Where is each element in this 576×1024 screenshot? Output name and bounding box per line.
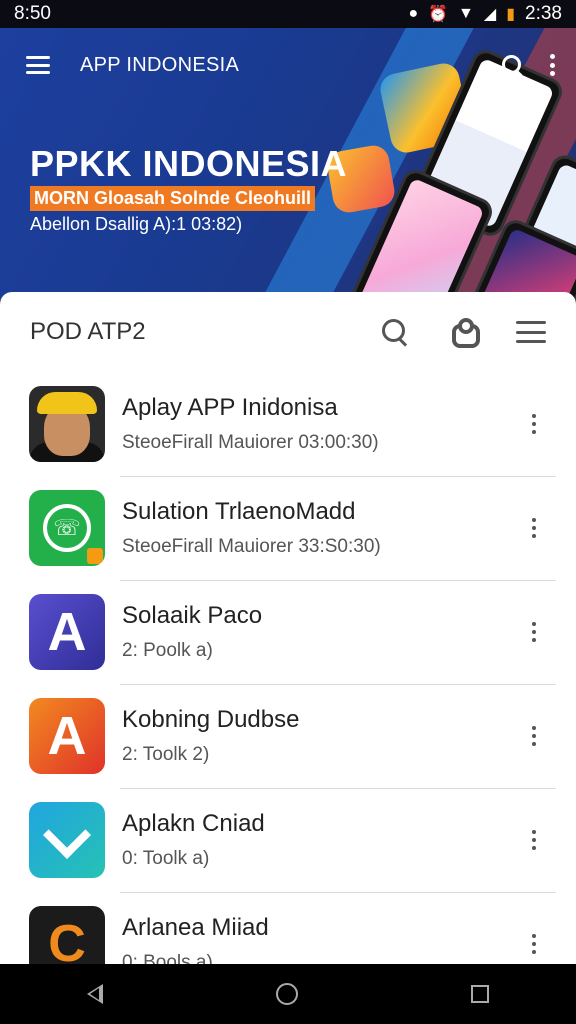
item-more-icon[interactable]	[514, 820, 554, 860]
list-item[interactable]: A Kobning Dudbse 2: Toolk 2)	[0, 684, 576, 788]
app-list: Aplay APP Inidonisa SteoeFirall Mauiorer…	[0, 372, 576, 964]
extension-icon[interactable]	[448, 318, 480, 348]
item-subtitle: 0: Bools a)	[122, 952, 213, 964]
item-more-icon[interactable]	[514, 612, 554, 652]
menu-icon[interactable]	[26, 56, 50, 74]
item-subtitle: SteoeFirall Mauiorer 03:00:30)	[122, 432, 379, 453]
status-time-left: 8:50	[14, 3, 51, 24]
media-icon: ●	[408, 5, 419, 22]
chevron-teal-icon	[29, 802, 105, 878]
item-more-icon[interactable]	[514, 924, 554, 964]
list-item[interactable]: C Arlanea Miiad 0: Bools a)	[0, 892, 576, 964]
item-subtitle: 0: Toolk a)	[122, 848, 210, 869]
app-list-sheet: POD ATP2 Aplay APP Inidonisa SteoeFirall…	[0, 292, 576, 964]
alarm-icon: ⏰	[428, 6, 449, 23]
app-title: APP INDONESIA	[80, 53, 240, 76]
banner-subheadline: MORN Gloasah Solnde Cleohuill	[30, 186, 316, 211]
item-subtitle: 2: Toolk 2)	[122, 744, 210, 765]
letter-a-orange-icon: A	[29, 698, 105, 774]
item-title: Arlanea Miiad	[122, 914, 269, 941]
system-nav-bar	[0, 964, 576, 1024]
signal-icon: ◢	[483, 6, 497, 23]
list-header: POD ATP2	[0, 292, 576, 372]
search-icon[interactable]	[380, 317, 410, 347]
item-title: Sulation TrlaenoMadd	[122, 498, 356, 525]
status-time-right: 2:38	[525, 3, 562, 24]
item-more-icon[interactable]	[514, 716, 554, 756]
letter-a-purple-icon: A	[29, 594, 105, 670]
list-item[interactable]: Aplay APP Inidonisa SteoeFirall Mauiorer…	[0, 372, 576, 476]
list-item[interactable]: A Solaaik Paco 2: Poolk a)	[0, 580, 576, 684]
battery-icon: ▮	[506, 6, 516, 23]
status-icons: ● ⏰ ▼ ◢ ▮ 2:38	[408, 3, 562, 25]
header-banner: APP INDONESIA PPKK INDONESIA MORN Gloasa…	[0, 28, 576, 300]
item-title: Kobning Dudbse	[122, 706, 300, 733]
item-title: Aplay APP Inidonisa	[122, 394, 338, 421]
avatar-icon	[29, 386, 105, 462]
back-icon[interactable]	[86, 984, 103, 1004]
banner-headline: PPKK INDONESIA	[30, 143, 348, 184]
menu-icon[interactable]	[516, 321, 546, 343]
item-more-icon[interactable]	[514, 508, 554, 548]
item-title: Solaaik Paco	[122, 602, 263, 629]
status-bar: 8:50 ● ⏰ ▼ ◢ ▮ 2:38	[0, 0, 576, 28]
wifi-icon: ▼	[458, 5, 474, 22]
app-toolbar: APP INDONESIA	[26, 50, 556, 80]
banner-subline: Abellon Dsallig A):1 03:82)	[30, 214, 243, 234]
chat-app-icon: ☏	[29, 490, 105, 566]
letter-c-dark-icon: C	[29, 906, 105, 964]
item-subtitle: SteoeFirall Mauiorer 33:S0:30)	[122, 536, 381, 557]
item-more-icon[interactable]	[514, 404, 554, 444]
list-item[interactable]: ☏ Sulation TrlaenoMadd SteoeFirall Mauio…	[0, 476, 576, 580]
list-item[interactable]: Aplakn Cniad 0: Toolk a)	[0, 788, 576, 892]
list-title: POD ATP2	[30, 318, 146, 345]
recents-icon[interactable]	[471, 985, 490, 1003]
more-options-icon[interactable]	[550, 54, 556, 76]
search-icon[interactable]	[500, 53, 524, 77]
item-title: Aplakn Cniad	[122, 810, 265, 837]
item-subtitle: 2: Poolk a)	[122, 640, 213, 661]
home-icon[interactable]	[275, 983, 298, 1005]
